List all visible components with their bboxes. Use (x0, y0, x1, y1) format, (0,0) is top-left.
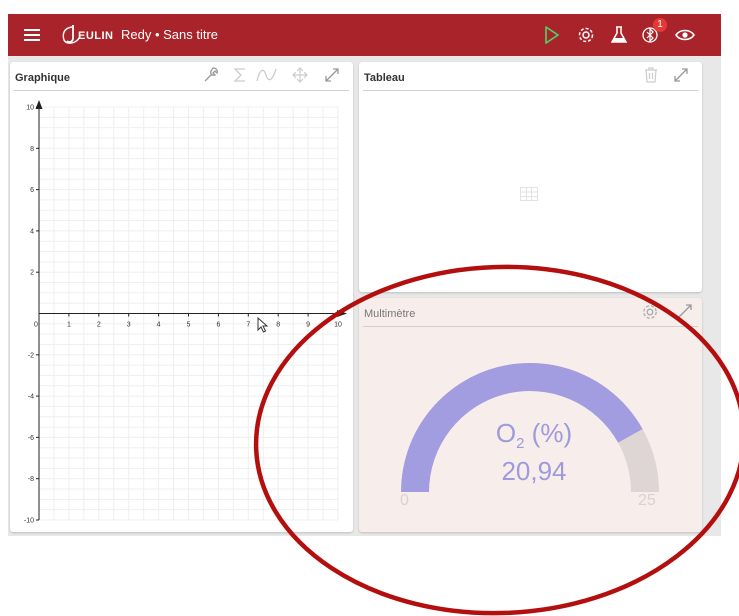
expand-icon[interactable] (323, 66, 341, 89)
y-tick-label: 10 (26, 105, 34, 112)
flask-icon[interactable] (609, 25, 629, 45)
multimeter-panel: Multimètre O2 (%) 20,94 0 25 (359, 298, 702, 532)
chart-area[interactable]: 0 1 2 3 4 5 6 7 8 9 10 10 8 6 4 2 -2 -4 -6 -8 -10 (10, 92, 353, 532)
y-tick-label: -2 (28, 352, 34, 359)
table-panel-divider (363, 90, 698, 91)
gauge-quantity: O2 (%) (489, 418, 579, 452)
y-tick-label: -6 (28, 435, 34, 442)
table-panel: Tableau (359, 62, 702, 292)
jeulin-logo: EULIN (60, 22, 120, 48)
y-tick-label: 6 (30, 187, 34, 194)
x-tick-label: 9 (306, 322, 310, 329)
sigma-icon[interactable] (233, 66, 247, 89)
graph-panel-title: Graphique (15, 72, 71, 84)
x-tick-label: 1 (67, 322, 71, 329)
y-tick-label: -8 (28, 476, 34, 483)
x-tick-label: 0 (34, 322, 38, 329)
gauge-quantity-symbol: O (495, 418, 517, 448)
y-tick-label: -4 (28, 394, 34, 401)
x-tick-label: 3 (127, 322, 131, 329)
top-bar: EULIN Redy • Sans titre 1 (8, 14, 721, 56)
settings-icon[interactable] (576, 25, 596, 45)
eye-icon[interactable] (674, 25, 696, 45)
gauge-max-label: 25 (638, 492, 656, 509)
x-tick-label: 8 (276, 322, 280, 329)
y-tick-label: 8 (30, 146, 34, 153)
move-icon[interactable] (291, 66, 309, 89)
svg-text:EULIN: EULIN (78, 30, 114, 42)
x-tick-label: 7 (246, 322, 250, 329)
table-panel-title: Tableau (364, 72, 405, 84)
bluetooth-badge: 1 (653, 18, 667, 32)
y-tick-label: 4 (30, 228, 34, 235)
x-tick-label: 5 (187, 322, 191, 329)
wave-icon[interactable] (256, 66, 278, 89)
y-tick-label: -10 (24, 518, 34, 525)
grid-placeholder-icon (520, 187, 538, 206)
x-tick-label: 2 (97, 322, 101, 329)
y-tick-label: 2 (30, 270, 34, 277)
x-tick-label: 6 (216, 322, 220, 329)
table-expand-icon[interactable] (672, 66, 690, 89)
trash-icon[interactable] (643, 66, 659, 89)
graph-panel: Graphique 0 1 2 3 4 5 6 7 8 9 10 10 8 6 4 2 -2 -4 -6 -8 -10 (10, 62, 353, 532)
gauge-min-label: 0 (400, 492, 409, 509)
app-title: Redy • Sans titre (121, 27, 219, 42)
x-tick-label: 10 (334, 322, 342, 329)
app-window: EULIN Redy • Sans titre 1 Graphique 0 1 … (8, 14, 721, 536)
mouse-cursor-icon (257, 316, 269, 338)
wrench-icon[interactable] (202, 66, 220, 89)
menu-icon[interactable] (22, 26, 42, 44)
gauge-value: 20,94 (501, 456, 567, 486)
graph-panel-divider (14, 90, 349, 91)
play-icon[interactable] (542, 25, 562, 45)
y-axis-arrow (35, 100, 43, 109)
x-tick-label: 4 (157, 322, 161, 329)
gauge-unit: (%) (524, 418, 573, 448)
